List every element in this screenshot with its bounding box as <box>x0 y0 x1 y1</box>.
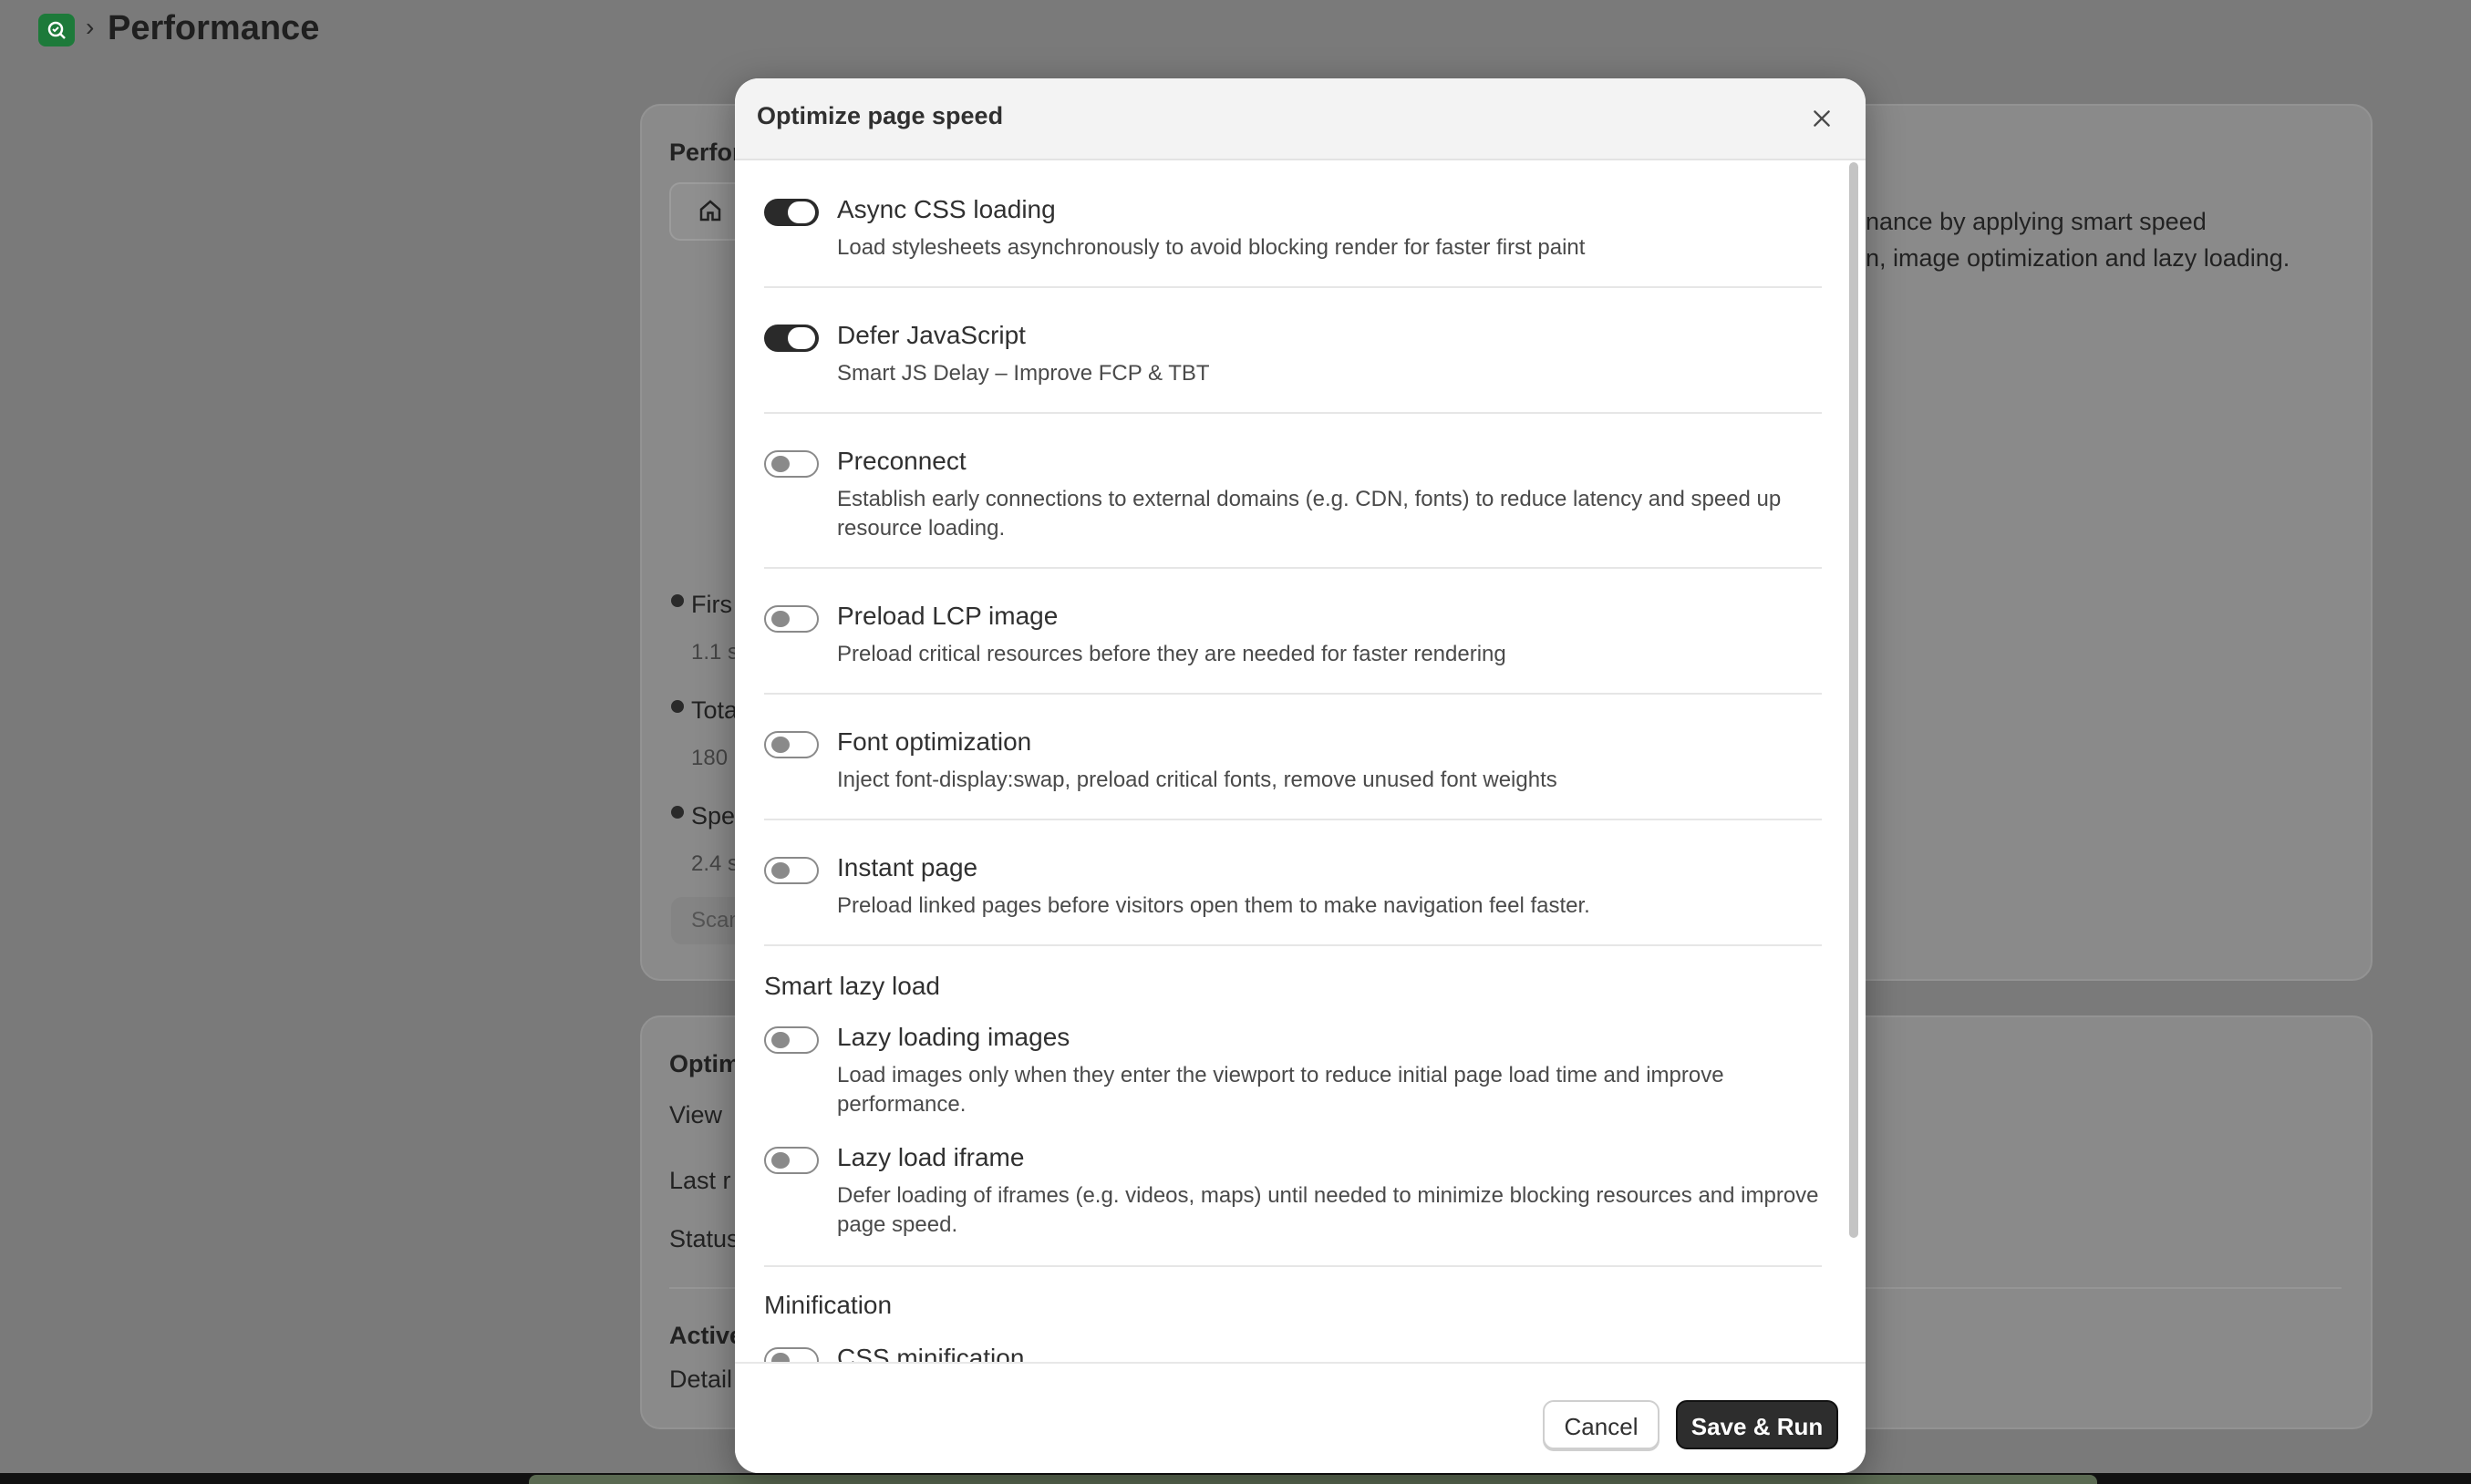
option-divider <box>764 1265 1822 1267</box>
home-icon <box>699 200 721 222</box>
app-logo[interactable] <box>38 14 75 46</box>
instant-page-toggle[interactable] <box>764 857 819 884</box>
option-divider <box>764 412 1822 414</box>
modal-body[interactable]: Async CSS loading Load stylesheets async… <box>735 160 1866 1438</box>
performance-desc-line1: nance by applying smart speed <box>1866 208 2207 235</box>
smart-lazy-load-heading: Smart lazy load <box>764 972 940 1000</box>
option-divider <box>764 567 1822 569</box>
metric-label: Spe <box>691 802 736 830</box>
option-label: Instant page <box>837 853 978 881</box>
async-css-toggle[interactable] <box>764 199 819 226</box>
option-divider <box>764 944 1822 946</box>
modal-scrollbar[interactable] <box>1849 162 1858 1238</box>
option-divider <box>764 819 1822 820</box>
performance-card-title: Perfor <box>669 139 742 166</box>
option-description: Preload critical resources before they a… <box>837 642 1506 666</box>
lazy-loading-images-toggle[interactable] <box>764 1026 819 1054</box>
metric-dot <box>671 594 684 607</box>
option-description: Inject font-display:swap, preload critic… <box>837 768 1557 792</box>
page-title: Performance <box>108 9 320 47</box>
option-description: Defer loading of iframes (e.g. videos, m… <box>837 1183 1819 1237</box>
taskbar-window <box>529 1475 2097 1484</box>
option-divider <box>764 693 1822 695</box>
modal-footer: Cancel Save & Run <box>735 1362 1866 1473</box>
performance-desc-line2: n, image optimization and lazy loading. <box>1866 244 2290 272</box>
option-label: Preconnect <box>837 447 967 475</box>
option-label: Defer JavaScript <box>837 321 1026 349</box>
save-and-run-button[interactable]: Save & Run <box>1676 1400 1838 1449</box>
option-label: Preload LCP image <box>837 602 1059 630</box>
option-description: Preload linked pages before visitors ope… <box>837 893 1590 918</box>
view-link[interactable]: View <box>669 1101 722 1129</box>
option-label: Async CSS loading <box>837 195 1056 223</box>
modal-title: Optimize page speed <box>757 102 1004 129</box>
option-description: Load images only when they enter the vie… <box>837 1063 1724 1117</box>
top-bar: › Performance <box>0 0 2471 58</box>
metric-label: Firs <box>691 591 732 618</box>
cancel-button[interactable]: Cancel <box>1543 1400 1659 1449</box>
defer-javascript-toggle[interactable] <box>764 325 819 352</box>
app-logo-icon <box>47 21 66 39</box>
preconnect-toggle[interactable] <box>764 450 819 478</box>
option-label: Lazy loading images <box>837 1023 1070 1051</box>
metric-dot <box>671 806 684 819</box>
optimize-page-speed-modal: Optimize page speed Async CSS loading Lo… <box>735 78 1866 1473</box>
modal-header: Optimize page speed <box>735 78 1866 160</box>
minification-heading: Minification <box>764 1291 893 1319</box>
status-label: Status <box>669 1225 739 1252</box>
metric-label: Tota <box>691 696 739 724</box>
metric-value: 180 <box>691 746 729 770</box>
details-label: Detail <box>669 1365 733 1393</box>
option-description: Smart JS Delay – Improve FCP & TBT <box>837 361 1210 386</box>
last-run-label: Last r <box>669 1167 731 1194</box>
preload-lcp-image-toggle[interactable] <box>764 605 819 633</box>
metric-value: 2.4 s <box>691 851 739 876</box>
option-label: Lazy load iframe <box>837 1143 1025 1171</box>
optimization-card-title: Optim <box>669 1050 740 1077</box>
option-divider <box>764 286 1822 288</box>
option-description: Establish early connections to external … <box>837 487 1782 541</box>
lazy-load-iframe-toggle[interactable] <box>764 1147 819 1174</box>
close-button[interactable] <box>1800 97 1844 140</box>
metric-dot <box>671 700 684 713</box>
option-description: Load stylesheets asynchronously to avoid… <box>837 235 1586 260</box>
active-heading: Active <box>669 1322 744 1349</box>
metric-value: 1.1 s <box>691 640 739 665</box>
close-icon <box>1814 110 1830 127</box>
option-label: Font optimization <box>837 727 1032 756</box>
font-optimization-toggle[interactable] <box>764 731 819 758</box>
breadcrumb-chevron-icon: › <box>86 13 95 41</box>
